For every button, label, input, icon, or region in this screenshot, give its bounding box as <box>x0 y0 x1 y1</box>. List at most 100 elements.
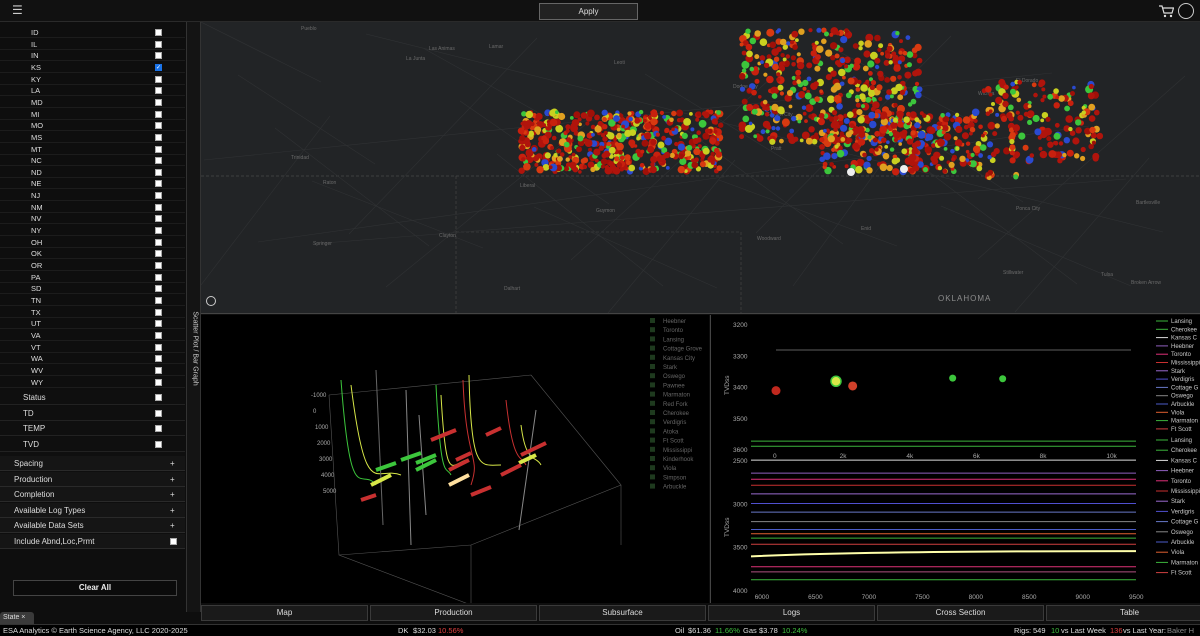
well-dot[interactable] <box>536 166 544 174</box>
expand-plus-icon[interactable]: + <box>170 506 175 515</box>
well-dot[interactable] <box>795 69 802 76</box>
well-dot[interactable] <box>805 104 814 113</box>
well-dot[interactable] <box>1096 132 1104 140</box>
well-dot[interactable] <box>751 89 757 96</box>
well-dot[interactable] <box>777 84 784 91</box>
well-dot[interactable] <box>619 155 625 161</box>
well-dot[interactable] <box>525 110 534 119</box>
well-dot[interactable] <box>830 122 837 129</box>
well-dot[interactable] <box>823 128 827 133</box>
well-dot[interactable] <box>987 121 996 130</box>
section-available-data-sets[interactable]: Available Data Sets + <box>0 518 185 533</box>
well-dot[interactable] <box>779 138 784 144</box>
well-map[interactable]: Pueblo Las Animas Lamar Leoti La Junta Dodge … <box>201 22 1200 314</box>
well-dot[interactable] <box>669 117 674 123</box>
well-dot[interactable] <box>1080 146 1086 153</box>
state-filter-chip[interactable]: State × <box>0 612 34 624</box>
legend-label[interactable]: Mississippi <box>1171 361 1200 367</box>
state-row-nc[interactable]: NC <box>0 155 185 167</box>
state-row-mo[interactable]: MO <box>0 120 185 132</box>
well-dot[interactable] <box>1072 137 1080 145</box>
well-dot[interactable] <box>906 51 914 58</box>
legend-label[interactable]: Cottage G <box>1171 520 1199 526</box>
3d-log-panel[interactable]: -1000 0 1000 2000 3000 4000 5000 Heebner Toronto… <box>201 315 709 606</box>
well-dot[interactable] <box>874 34 881 42</box>
well-dot[interactable] <box>843 113 848 119</box>
well-dot[interactable] <box>678 153 684 160</box>
well-dot[interactable] <box>693 148 701 156</box>
well-dot[interactable] <box>790 55 797 61</box>
well-dot[interactable] <box>839 81 845 87</box>
well-dot[interactable] <box>790 40 794 45</box>
well-dot[interactable] <box>943 147 948 151</box>
well-dot[interactable] <box>650 118 658 126</box>
state-checkbox[interactable] <box>155 355 162 363</box>
well-dot[interactable] <box>1047 141 1054 148</box>
legend-label[interactable]: Viola <box>663 466 677 472</box>
scatter-point[interactable] <box>771 386 781 396</box>
well-dot[interactable] <box>886 45 893 52</box>
well-dot[interactable] <box>769 138 776 145</box>
well-dot[interactable] <box>759 38 768 46</box>
legend-label[interactable]: Lansing <box>1171 438 1192 444</box>
well-dot[interactable] <box>650 156 658 163</box>
state-checkbox[interactable] <box>155 133 162 141</box>
well-dot[interactable] <box>650 110 658 118</box>
well-dot[interactable] <box>1015 110 1020 115</box>
well-dot[interactable] <box>808 28 813 33</box>
well-dot[interactable] <box>569 161 577 169</box>
well-dot[interactable] <box>795 38 799 42</box>
well-dot[interactable] <box>793 136 799 142</box>
well-dot[interactable] <box>827 95 835 104</box>
well-dot[interactable] <box>649 166 657 174</box>
state-checkbox[interactable] <box>155 63 162 71</box>
well-dot[interactable] <box>831 153 838 160</box>
well-dot[interactable] <box>833 115 839 121</box>
well-dot[interactable] <box>624 129 632 137</box>
state-row-wv[interactable]: WV <box>0 365 185 376</box>
well-dot[interactable] <box>1075 127 1082 134</box>
well-dot[interactable] <box>833 95 842 103</box>
well-dot[interactable] <box>829 32 834 37</box>
well-dot[interactable] <box>1075 119 1082 126</box>
state-checkbox[interactable] <box>155 238 162 246</box>
well-dot[interactable] <box>832 110 838 116</box>
well-dot[interactable] <box>1038 146 1043 151</box>
well-dot[interactable] <box>582 164 588 170</box>
well-dot[interactable] <box>627 111 632 116</box>
well-dot[interactable] <box>897 121 904 128</box>
well-dot[interactable] <box>886 140 890 144</box>
well-dot[interactable] <box>773 56 780 62</box>
well-dot[interactable] <box>1018 132 1026 140</box>
well-dot[interactable] <box>1009 138 1015 145</box>
well-dot[interactable] <box>988 92 993 97</box>
state-checkbox[interactable] <box>155 343 162 351</box>
well-dot[interactable] <box>865 96 872 103</box>
well-dot[interactable] <box>791 62 796 67</box>
state-row-nv[interactable]: NV <box>0 213 185 225</box>
well-dot[interactable] <box>948 161 955 168</box>
well-dot[interactable] <box>715 151 723 158</box>
well-dot[interactable] <box>770 113 775 118</box>
map-info-icon[interactable] <box>206 296 216 306</box>
well-dot[interactable] <box>1031 82 1037 88</box>
well-dot[interactable] <box>854 57 862 65</box>
well-dot[interactable] <box>604 166 613 175</box>
field-checkbox[interactable] <box>155 394 162 401</box>
well-dot[interactable] <box>879 163 888 172</box>
state-checkbox[interactable] <box>155 262 162 269</box>
well-dot[interactable] <box>840 124 848 132</box>
legend-label[interactable]: Stark <box>1171 369 1186 375</box>
well-dot[interactable] <box>908 153 917 162</box>
state-checkbox[interactable] <box>155 250 162 258</box>
section-spacing[interactable]: Spacing + <box>0 456 185 471</box>
well-dot[interactable] <box>992 131 998 137</box>
well-dot[interactable] <box>1053 88 1059 94</box>
well-dot[interactable] <box>594 158 599 163</box>
well-dot[interactable] <box>880 113 887 120</box>
well-dot[interactable] <box>1009 150 1015 156</box>
well-dot[interactable] <box>655 132 660 137</box>
well-dot[interactable] <box>1041 87 1046 92</box>
expand-plus-icon[interactable]: + <box>170 475 175 484</box>
well-dot[interactable] <box>541 123 547 128</box>
